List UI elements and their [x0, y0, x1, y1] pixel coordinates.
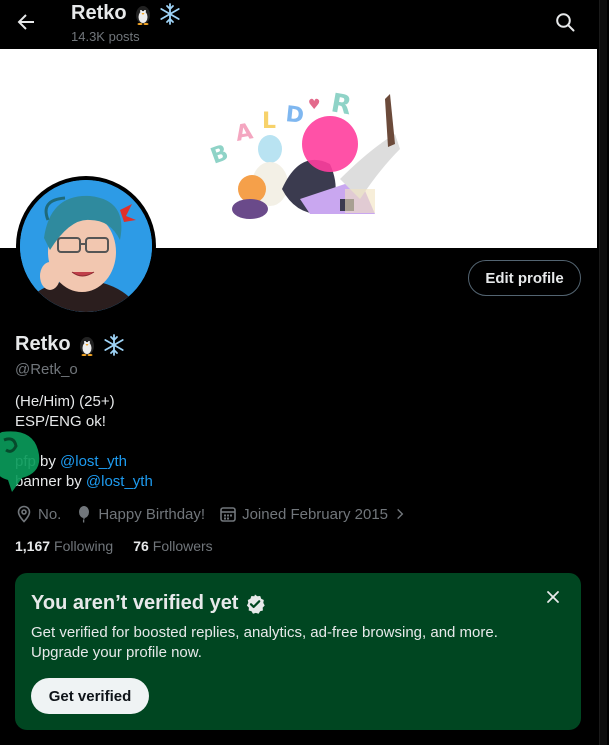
followers-number: 76	[133, 538, 149, 554]
location-text: No.	[38, 505, 62, 523]
follow-counts: 1,167 Following 76 Followers	[15, 538, 213, 554]
pfp-credit-link[interactable]: @lost_yth	[60, 453, 127, 470]
snowflake-icon	[159, 2, 181, 25]
scrollbar-thumb[interactable]	[599, 0, 607, 745]
post-count: 14.3K posts	[71, 29, 140, 44]
verify-title-text: You aren’t verified yet	[31, 592, 239, 614]
header-title-text: Retko	[71, 2, 127, 24]
banner-credit-link[interactable]: @lost_yth	[86, 473, 153, 490]
avatar[interactable]	[16, 176, 156, 316]
scrollbar[interactable]	[597, 0, 609, 745]
joined-text: Joined February 2015	[242, 505, 389, 523]
profile-name: Retko	[15, 333, 125, 356]
get-verified-button[interactable]: Get verified	[31, 678, 149, 714]
balloon-icon	[79, 506, 90, 523]
penguin-icon	[133, 3, 153, 25]
penguin-icon	[77, 334, 97, 356]
bio-line-1: (He/Him) (25+)	[15, 393, 115, 410]
svg-text:D: D	[284, 102, 305, 129]
birthday-item: Happy Birthday!	[75, 505, 205, 523]
following-number: 1,167	[15, 538, 51, 554]
close-icon[interactable]	[545, 589, 561, 605]
profile-meta: No. Happy Birthday! Joined February 2015	[15, 504, 421, 524]
svg-text:♥: ♥	[308, 97, 321, 113]
back-arrow-icon[interactable]	[14, 10, 38, 34]
joined-item[interactable]: Joined February 2015	[219, 505, 407, 523]
following-label: Following	[54, 538, 114, 554]
search-icon[interactable]	[555, 12, 575, 32]
verified-badge-icon	[247, 594, 266, 614]
calendar-icon	[220, 507, 236, 522]
verification-promo-card: You aren’t verified yet Get verified for…	[15, 573, 581, 730]
svg-text:A: A	[234, 119, 255, 147]
chevron-right-icon	[397, 508, 404, 520]
birthday-text: Happy Birthday!	[98, 505, 206, 523]
header-title: Retko	[71, 2, 181, 25]
profile-header: Retko 14.3K posts	[0, 0, 597, 49]
followers-label: Followers	[152, 538, 213, 554]
edit-profile-button[interactable]: Edit profile	[468, 260, 581, 296]
svg-text:B: B	[208, 140, 232, 169]
followers-count[interactable]: 76 Followers	[133, 538, 212, 554]
verify-description: Get verified for boosted replies, analyt…	[31, 624, 498, 661]
profile-handle: @Retk_o	[15, 361, 78, 378]
location-icon	[17, 505, 31, 523]
svg-text:L: L	[262, 109, 276, 134]
avatar-image	[20, 180, 152, 312]
snowflake-icon	[103, 333, 125, 356]
green-sticker-decoration	[0, 431, 40, 492]
location-item: No.	[15, 505, 61, 523]
following-count[interactable]: 1,167 Following	[15, 538, 113, 554]
verify-title: You aren’t verified yet	[31, 592, 266, 615]
profile-name-text: Retko	[15, 333, 71, 355]
